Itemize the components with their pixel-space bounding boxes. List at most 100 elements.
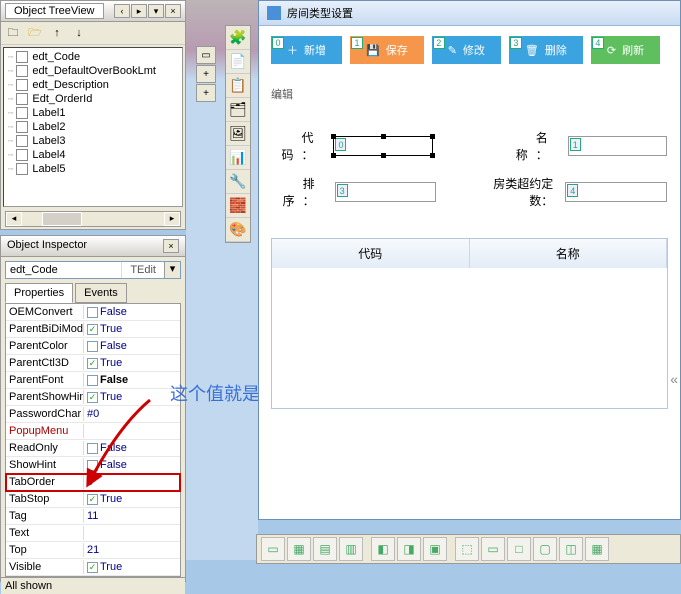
tool-icon[interactable]: 🎨	[226, 218, 250, 242]
chevron-down-icon[interactable]: ▾	[164, 262, 180, 278]
property-value[interactable]: 11	[84, 509, 180, 523]
tab-properties[interactable]: Properties	[5, 283, 73, 303]
property-row[interactable]: Text	[6, 525, 180, 542]
property-value[interactable]: ✓True	[84, 390, 180, 404]
overbook-input[interactable]: 4	[565, 182, 667, 202]
checkbox-icon[interactable]	[87, 307, 98, 318]
property-row[interactable]: Visible✓True	[6, 559, 180, 576]
folder-icon[interactable]: 🗀	[5, 25, 21, 41]
property-row[interactable]: ParentFontFalse	[6, 372, 180, 389]
property-row[interactable]: ParentBiDiMod✓True	[6, 321, 180, 338]
tree-item: ┈edt_DefaultOverBookLmt	[6, 64, 180, 78]
palette-item[interactable]: ▢	[533, 537, 557, 561]
palette-item[interactable]: □	[507, 537, 531, 561]
tool-icon[interactable]: 📊	[226, 146, 250, 170]
checkbox-icon[interactable]: ✓	[87, 358, 98, 369]
property-value[interactable]: False	[84, 339, 180, 353]
code-input[interactable]: 0	[333, 136, 432, 156]
checkbox-icon[interactable]	[87, 341, 98, 352]
palette-item[interactable]: ▦	[287, 537, 311, 561]
up-icon[interactable]: ↑	[49, 25, 65, 41]
property-value[interactable]: False	[84, 373, 180, 387]
expand-btn[interactable]: ▭	[196, 46, 216, 64]
tool-icon[interactable]: 🗂	[226, 98, 250, 122]
property-row[interactable]: PasswordChar#0	[6, 406, 180, 423]
checkbox-icon[interactable]	[87, 375, 98, 386]
table-header: 代码 名称	[272, 239, 667, 268]
edit-button[interactable]: 2✎修改	[432, 36, 501, 64]
palette-item[interactable]: ▥	[339, 537, 363, 561]
property-value[interactable]	[84, 430, 180, 432]
tv-btn-1[interactable]: ‹	[114, 4, 130, 18]
folder-open-icon[interactable]: 🗁	[27, 25, 43, 41]
tool-icon[interactable]: 📄	[226, 50, 250, 74]
th-name[interactable]: 名称	[470, 239, 668, 268]
palette-item[interactable]: ⬚	[455, 537, 479, 561]
property-value[interactable]: ✓True	[84, 356, 180, 370]
property-row[interactable]: ReadOnlyFalse	[6, 440, 180, 457]
inspector-close[interactable]: ×	[163, 239, 179, 253]
tool-icon[interactable]: 🧩	[226, 26, 250, 50]
plus-btn-2[interactable]: +	[196, 84, 216, 102]
tab-events[interactable]: Events	[75, 283, 127, 303]
property-value[interactable]: 21	[84, 543, 180, 557]
checkbox-icon[interactable]: ✓	[87, 494, 98, 505]
property-row[interactable]: ParentColorFalse	[6, 338, 180, 355]
palette-item[interactable]: ◨	[397, 537, 421, 561]
property-row[interactable]: TabStop✓True	[6, 491, 180, 508]
palette-item[interactable]: ◫	[559, 537, 583, 561]
property-name: ParentShowHin	[6, 390, 84, 404]
palette-item[interactable]: ▭	[261, 537, 285, 561]
save-button[interactable]: 1💾保存	[350, 36, 424, 64]
palette-item[interactable]: ▤	[313, 537, 337, 561]
table-body[interactable]	[272, 268, 667, 408]
th-code[interactable]: 代码	[272, 239, 470, 268]
order-input[interactable]: 3	[335, 182, 437, 202]
property-value[interactable]: #0	[84, 407, 180, 421]
property-row[interactable]: ParentShowHin✓True	[6, 389, 180, 406]
add-button[interactable]: 0＋新增	[271, 36, 342, 64]
taborder-badge: 3	[337, 184, 348, 197]
property-row[interactable]: Tag11	[6, 508, 180, 525]
checkbox-icon[interactable]	[87, 443, 98, 454]
delete-button[interactable]: 3🗑删除	[509, 36, 583, 64]
property-row[interactable]: PopupMenu	[6, 423, 180, 440]
property-row[interactable]: ParentCtl3D✓True	[6, 355, 180, 372]
palette-item[interactable]: ▦	[585, 537, 609, 561]
down-icon[interactable]: ↓	[71, 25, 87, 41]
tool-icon[interactable]: 🖼	[226, 122, 250, 146]
tv-btn-2[interactable]: ▸	[131, 4, 147, 18]
palette-item[interactable]: ▭	[481, 537, 505, 561]
collapse-icon[interactable]: «	[670, 371, 678, 387]
tool-icon[interactable]: 📋	[226, 74, 250, 98]
checkbox-icon[interactable]	[87, 460, 98, 471]
refresh-button[interactable]: 4⟳刷新	[591, 36, 660, 64]
checkbox-icon[interactable]: ✓	[87, 324, 98, 335]
property-value[interactable]: ✓True	[84, 492, 180, 506]
tool-icon[interactable]: 🧱	[226, 194, 250, 218]
palette-item[interactable]: ▣	[423, 537, 447, 561]
property-value[interactable]: ✓True	[84, 322, 180, 336]
property-row[interactable]: ShowHintFalse	[6, 457, 180, 474]
property-value[interactable]: False	[84, 458, 180, 472]
property-row[interactable]: OEMConvertFalse	[6, 304, 180, 321]
checkbox-icon[interactable]: ✓	[87, 562, 98, 573]
name-input[interactable]: 1	[568, 136, 667, 156]
property-value[interactable]: 0	[84, 475, 180, 489]
treeview-list[interactable]: ┈edt_Code ┈edt_DefaultOverBookLmt ┈edt_D…	[3, 47, 183, 207]
inspector-component-combo[interactable]: edt_Code TEdit ▾	[5, 261, 181, 279]
treeview-hscroll[interactable]: ◂▸	[5, 211, 181, 227]
property-row[interactable]: TabOrder0	[6, 474, 180, 491]
palette-item[interactable]: ◧	[371, 537, 395, 561]
property-value[interactable]: False	[84, 441, 180, 455]
plus-btn[interactable]: +	[196, 65, 216, 83]
checkbox-icon[interactable]: ✓	[87, 392, 98, 403]
tv-btn-3[interactable]: ▾	[148, 4, 164, 18]
inspector-grid[interactable]: OEMConvertFalseParentBiDiMod✓TrueParentC…	[5, 303, 181, 577]
property-row[interactable]: Top21	[6, 542, 180, 559]
property-value[interactable]: ✓True	[84, 560, 180, 574]
tv-btn-close[interactable]: ×	[165, 4, 181, 18]
tool-icon[interactable]: 🔧	[226, 170, 250, 194]
property-value[interactable]: False	[84, 305, 180, 319]
property-value[interactable]	[84, 532, 180, 534]
